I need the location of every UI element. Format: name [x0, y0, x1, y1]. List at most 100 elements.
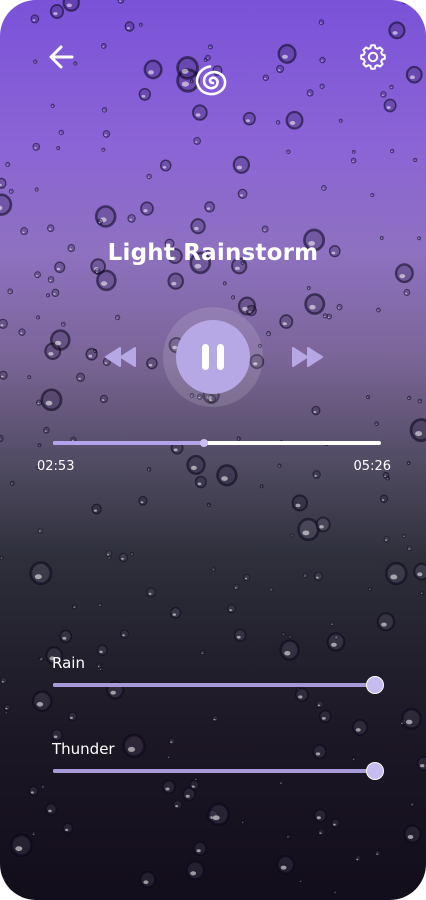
pause-button[interactable] [176, 320, 250, 394]
raindrop [291, 494, 309, 512]
raindrop [222, 281, 227, 286]
raindrop [0, 193, 13, 216]
raindrop [0, 875, 7, 887]
raindrop [338, 118, 343, 123]
raindrop [317, 828, 325, 836]
raindrop [207, 802, 230, 827]
raindrop [290, 533, 295, 538]
raindrop [368, 587, 372, 591]
rain-volume-slider[interactable] [53, 676, 384, 694]
raindrop [303, 572, 308, 578]
track-title: Light Rainstorm [107, 240, 319, 266]
elapsed-time: 02:53 [37, 459, 75, 474]
raindrop [298, 879, 303, 884]
raindrop [261, 225, 269, 233]
raindrop [5, 161, 11, 168]
raindrop [233, 583, 240, 591]
arrow-left-icon [49, 45, 74, 69]
raindrop [376, 612, 396, 632]
raindrop [354, 855, 362, 862]
thunder-volume-handle[interactable] [366, 762, 384, 780]
raindrop [140, 201, 154, 216]
raindrop [227, 604, 236, 614]
raindrop [401, 707, 422, 730]
raindrop [318, 19, 325, 26]
spiral-logo-icon [195, 65, 227, 96]
thunder-volume-slider[interactable] [53, 762, 384, 780]
fast-forward-button[interactable] [287, 342, 327, 372]
raindrop [269, 587, 274, 592]
raindrop [39, 655, 45, 662]
raindrop [143, 59, 163, 80]
raindrop [326, 632, 346, 652]
raindrop [7, 288, 14, 295]
back-button[interactable] [44, 40, 80, 74]
raindrop [138, 22, 143, 27]
raindrop [321, 185, 327, 191]
raindrop [380, 91, 387, 98]
raindrop [313, 571, 323, 581]
raindrop [403, 288, 411, 296]
raindrop [312, 470, 321, 479]
raindrop [185, 860, 205, 881]
raindrop [58, 129, 64, 136]
raindrop [407, 395, 412, 401]
raindrop [216, 464, 238, 487]
raindrop [385, 475, 390, 481]
raindrop [277, 43, 297, 64]
raindrop [409, 418, 426, 443]
raindrop [370, 192, 375, 198]
raindrop [37, 527, 44, 534]
raindrop [193, 136, 201, 145]
raindrop [385, 561, 408, 586]
raindrop [61, 321, 66, 327]
playback-progress-bar[interactable] [53, 439, 381, 447]
raindrop [194, 777, 199, 782]
raindrop [285, 110, 304, 130]
raindrop [37, 443, 42, 448]
raindrop [190, 218, 206, 235]
raindrop [208, 44, 213, 50]
settings-button[interactable] [356, 40, 390, 74]
raindrop [138, 495, 148, 506]
gear-icon [360, 44, 386, 70]
raindrop [336, 303, 343, 311]
raindrop [262, 74, 269, 81]
raindrop [388, 21, 406, 40]
raindrop [402, 533, 407, 539]
raindrop [124, 21, 135, 32]
raindrop [49, 4, 65, 19]
raindrop [315, 516, 331, 533]
raindrop [233, 628, 247, 642]
raindrop [351, 756, 356, 762]
raindrop [46, 293, 50, 298]
raindrop [50, 728, 63, 742]
raindrop [211, 715, 219, 722]
raindrop [49, 329, 71, 351]
raindrop [167, 272, 185, 290]
raindrop [51, 288, 60, 298]
raindrop [0, 318, 8, 329]
raindrop [374, 421, 379, 427]
raindrop [242, 111, 256, 126]
raindrop [211, 567, 216, 572]
raindrop [43, 426, 50, 434]
raindrop [59, 629, 73, 644]
raindrop [166, 754, 171, 759]
rewind-icon [105, 347, 136, 367]
playback-progress-handle[interactable] [199, 439, 208, 447]
raindrop [32, 142, 41, 151]
rewind-button[interactable] [101, 342, 141, 372]
raindrop [286, 834, 291, 839]
playback-progress-fill [53, 441, 204, 445]
raindrop [237, 188, 248, 199]
raindrop [306, 89, 314, 97]
raindrop [31, 690, 53, 712]
raindrop [374, 850, 381, 857]
rain-volume-handle[interactable] [366, 676, 384, 694]
raindrop [159, 159, 172, 172]
raindrop [168, 737, 176, 745]
raindrop [266, 330, 272, 337]
raindrop [10, 833, 33, 858]
raindrop [204, 201, 216, 213]
